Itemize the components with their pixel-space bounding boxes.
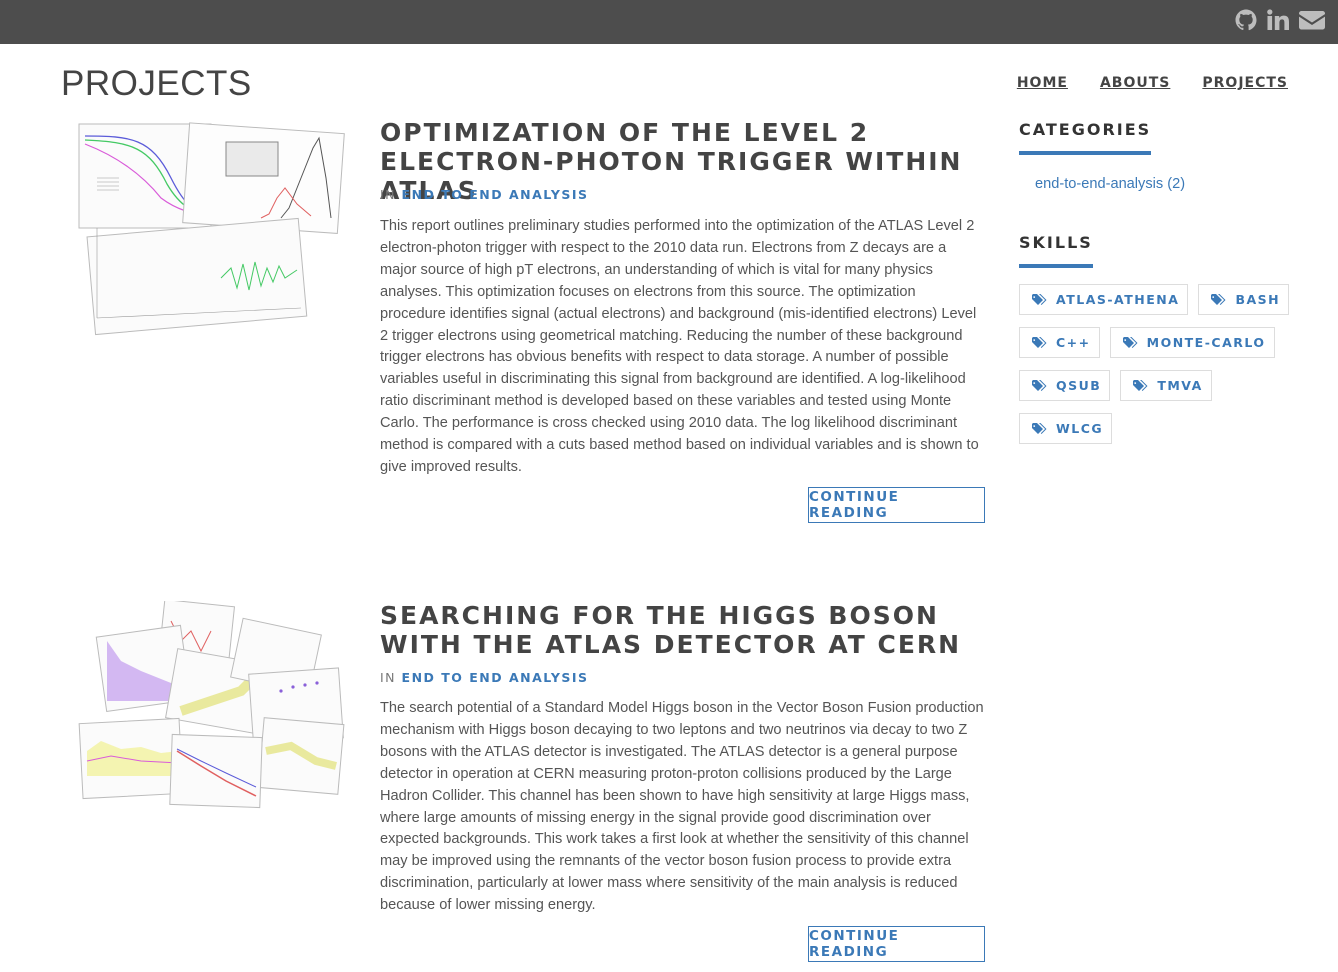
- tags-icon: [1133, 379, 1148, 391]
- skill-label: WLCG: [1056, 421, 1104, 436]
- github-icon[interactable]: [1234, 7, 1258, 33]
- meta-prefix: IN: [380, 187, 397, 202]
- skill-label: QSUB: [1056, 378, 1102, 393]
- skill-label: C++: [1056, 335, 1091, 350]
- post-title[interactable]: SEARCHING FOR THE HIGGS BOSON WITH THE A…: [380, 601, 985, 659]
- post-excerpt: The search potential of a Standard Model…: [380, 700, 984, 914]
- sidebar: CATEGORIES end-to-end-analysis (2) SKILL…: [1019, 120, 1299, 444]
- skill-tag[interactable]: BASH: [1198, 284, 1290, 315]
- post-thumbnail[interactable]: [61, 601, 351, 811]
- category-list: end-to-end-analysis (2): [1035, 175, 1299, 193]
- skill-tag[interactable]: TMVA: [1120, 370, 1212, 401]
- post-card: OPTIMIZATION OF THE LEVEL 2 ELECTRON-PHO…: [61, 118, 985, 528]
- skill-tag[interactable]: WLCG: [1019, 413, 1113, 444]
- nav-abouts[interactable]: ABOUTS: [1100, 75, 1170, 91]
- post-card: SEARCHING FOR THE HIGGS BOSON WITH THE A…: [61, 601, 985, 971]
- social-links: [1234, 7, 1326, 33]
- top-bar: [0, 0, 1338, 44]
- post-meta: IN END TO END ANALYSIS: [380, 187, 589, 202]
- tags-icon: [1211, 293, 1226, 305]
- nav-projects[interactable]: PROJECTS: [1202, 75, 1288, 91]
- tags-icon: [1032, 379, 1047, 391]
- skill-tags: ATLAS-ATHENA BASH C++ MONTE-CARLO QSUB T…: [1019, 284, 1299, 444]
- skill-tag[interactable]: MONTE-CARLO: [1109, 327, 1275, 358]
- page-title: PROJECTS: [61, 64, 252, 103]
- tags-icon: [1122, 336, 1138, 348]
- category-link[interactable]: END TO END ANALYSIS: [402, 187, 589, 202]
- skills-heading: SKILLS: [1019, 233, 1093, 268]
- tags-icon: [1032, 336, 1047, 348]
- post-thumbnail[interactable]: [61, 118, 351, 338]
- envelope-icon[interactable]: [1298, 7, 1326, 33]
- meta-prefix: IN: [380, 670, 397, 685]
- category-link[interactable]: END TO END ANALYSIS: [402, 670, 589, 685]
- skill-tag[interactable]: C++: [1019, 327, 1100, 358]
- main-nav: HOME ABOUTS PROJECTS: [1017, 75, 1288, 91]
- post-meta: IN END TO END ANALYSIS: [380, 670, 589, 685]
- skill-tag[interactable]: QSUB: [1019, 370, 1111, 401]
- skill-label: BASH: [1235, 292, 1281, 307]
- tags-icon: [1032, 293, 1047, 305]
- skill-label: TMVA: [1157, 378, 1203, 393]
- categories-heading: CATEGORIES: [1019, 120, 1152, 155]
- nav-home[interactable]: HOME: [1017, 75, 1068, 91]
- skill-label: ATLAS-ATHENA: [1056, 292, 1180, 307]
- list-item: end-to-end-analysis (2): [1035, 175, 1299, 193]
- skill-label: MONTE-CARLO: [1146, 335, 1266, 350]
- category-link[interactable]: end-to-end-analysis (2): [1035, 176, 1185, 192]
- tags-icon: [1032, 422, 1047, 434]
- skill-tag[interactable]: ATLAS-ATHENA: [1019, 284, 1189, 315]
- continue-reading-button[interactable]: CONTINUE READING: [808, 926, 985, 962]
- post-excerpt: This report outlines preliminary studies…: [380, 218, 979, 475]
- continue-reading-button[interactable]: CONTINUE READING: [808, 487, 985, 523]
- linkedin-icon[interactable]: [1266, 7, 1290, 33]
